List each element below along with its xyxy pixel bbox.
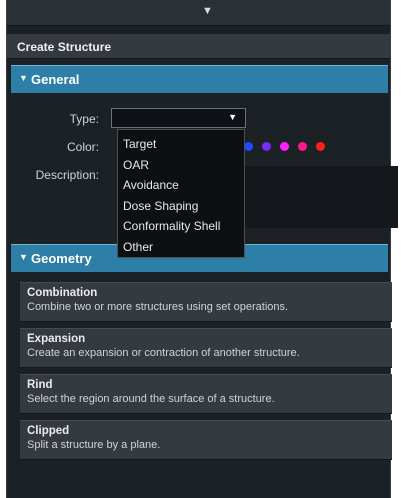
card-title: Combination [27,287,98,299]
geometry-card-rind[interactable]: Rind Select the region around the surfac… [20,374,392,414]
type-label: Type: [69,112,99,126]
color-label: Color: [66,140,99,154]
expand-arrow-icon: ▼ [19,73,28,83]
card-description: Select the region around the surface of … [27,393,275,405]
card-description: Split a structure by a plane. [27,439,161,451]
type-option-dose-shaping[interactable]: Dose Shaping [118,196,244,217]
geometry-card-clipped[interactable]: Clipped Split a structure by a plane. [20,420,392,460]
description-input[interactable] [245,166,398,228]
description-label: Description: [35,168,99,182]
geometry-card-expansion[interactable]: Expansion Create an expansion or contrac… [20,328,392,368]
color-swatch-violet[interactable] [262,142,271,151]
card-description: Create an expansion or contraction of an… [27,347,300,359]
chevron-down-icon: ▼ [228,112,237,122]
card-description: Combine two or more structures using set… [27,301,289,313]
create-structure-panel: ▼ Create Structure ▼ General Type: ▼ Col… [6,0,398,498]
expand-arrow-icon: ▼ [19,252,28,262]
general-section-label: General [31,72,80,87]
color-swatch-magenta[interactable] [280,142,289,151]
panel-title-bar: Create Structure [7,34,390,59]
panel-collapse-bar[interactable]: ▼ [7,0,390,26]
type-option-other[interactable]: Other [118,237,244,258]
card-title: Expansion [27,333,86,345]
type-option-oar[interactable]: OAR [118,155,244,176]
color-swatch-pink[interactable] [298,142,307,151]
type-dropdown-list: Target OAR Avoidance Dose Shaping Confor… [117,129,245,258]
color-swatch-red[interactable] [316,142,325,151]
type-option-avoidance[interactable]: Avoidance [118,175,244,196]
geometry-section-label: Geometry [31,251,92,266]
type-option-target[interactable]: Target [118,134,244,155]
type-select[interactable]: ▼ [111,108,246,128]
general-section-header[interactable]: ▼ General [11,65,388,93]
card-title: Clipped [27,425,70,437]
panel-title: Create Structure [17,40,112,54]
collapse-arrow-icon[interactable]: ▼ [202,5,213,17]
geometry-card-combination[interactable]: Combination Combine two or more structur… [20,282,392,322]
card-title: Rind [27,379,53,391]
color-swatch-blue[interactable] [244,142,253,151]
type-option-conformality-shell[interactable]: Conformality Shell [118,216,244,237]
